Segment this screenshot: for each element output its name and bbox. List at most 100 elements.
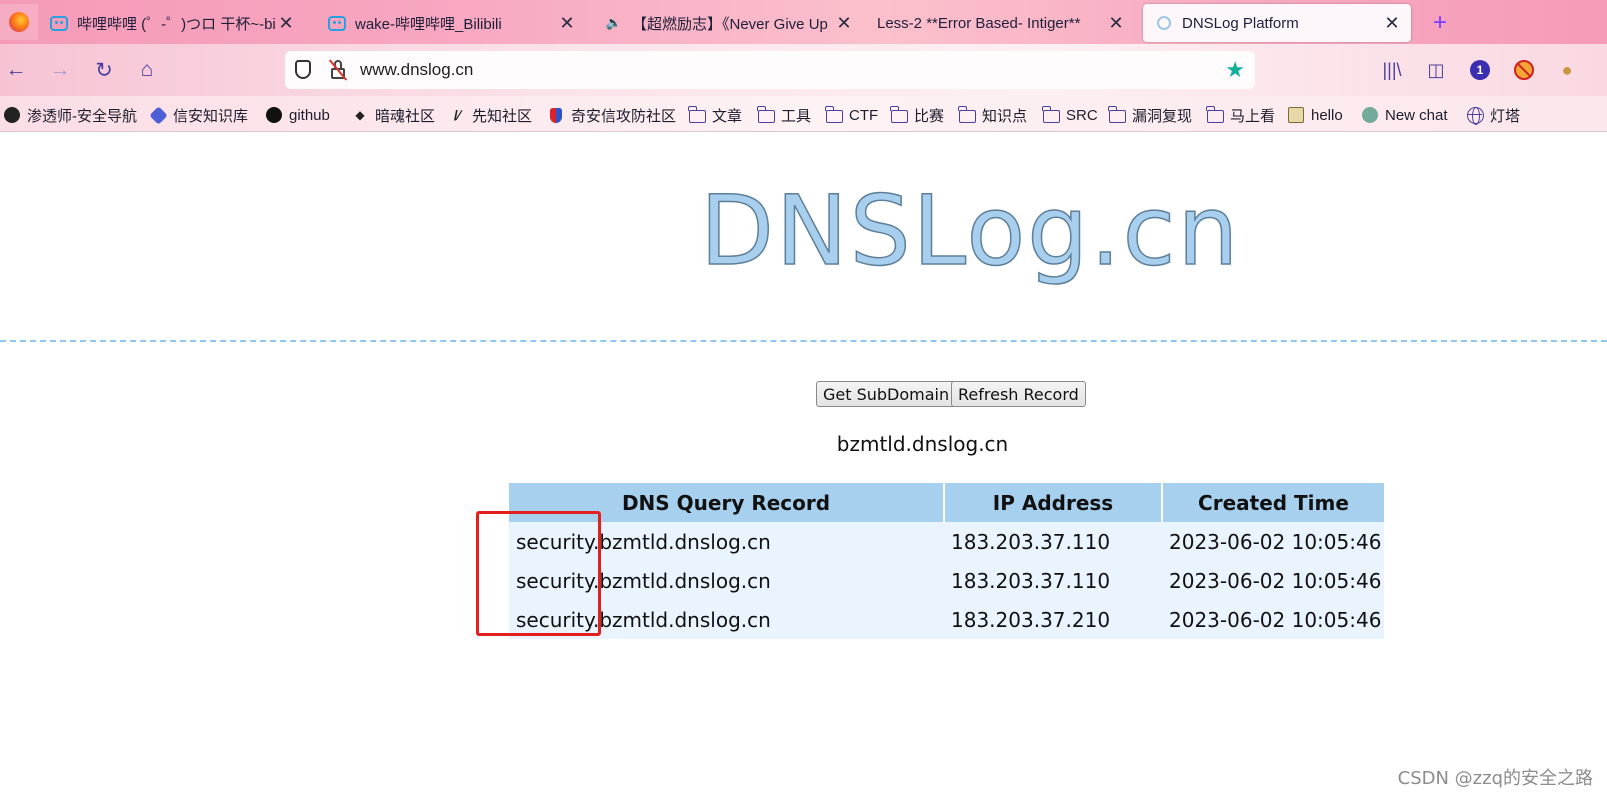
bookmark-folder-vuln-repro[interactable]: 漏洞复现 bbox=[1107, 104, 1193, 126]
bookmark-xianzhi[interactable]: /∕ 先知社区 bbox=[448, 104, 532, 126]
bookmark-github[interactable]: github bbox=[265, 104, 330, 126]
tab-sqli-less-2[interactable]: Less-2 **Error Based- Intiger** ✕ bbox=[877, 4, 1135, 42]
tab-title: wake-哔哩哔哩_Bilibili bbox=[355, 15, 502, 33]
bookmark-star-icon[interactable]: ★ bbox=[1225, 57, 1245, 83]
bookmark-label: 先知社区 bbox=[472, 107, 533, 125]
bookmark-label: CTF bbox=[849, 106, 879, 124]
bookmark-label: 渗透师-安全导航 bbox=[27, 107, 137, 125]
bookmark-label: 知识点 bbox=[982, 107, 1028, 125]
bilibili-icon bbox=[50, 14, 68, 32]
close-tab-icon[interactable]: ✕ bbox=[833, 12, 855, 34]
tab-dnslog-platform[interactable]: DNSLog Platform ✕ bbox=[1143, 4, 1411, 42]
extension-badge[interactable]: 1 bbox=[1468, 57, 1492, 83]
folder-icon bbox=[687, 105, 706, 124]
address-bar[interactable]: www.dnslog.cn ★ bbox=[285, 51, 1255, 89]
bookmarks-toolbar: 渗透师-安全导航 信安知识库 github ◆ 暗魂社区 /∕ 先知社区 奇安信… bbox=[0, 96, 1607, 132]
bookmark-label: 工具 bbox=[781, 107, 812, 125]
image-icon bbox=[1287, 106, 1305, 124]
table-header-row: DNS Query Record IP Address Created Time bbox=[509, 483, 1384, 522]
reload-button[interactable]: ↻ bbox=[90, 56, 118, 84]
bookmark-folder-articles[interactable]: 文章 bbox=[687, 104, 743, 126]
navigation-toolbar: ← → ↻ ⌂ www.dnslog.cn ★ |||\ ◫ 1 ● bbox=[0, 44, 1607, 96]
tab-bilibili-wake[interactable]: wake-哔哩哔哩_Bilibili ✕ bbox=[328, 4, 586, 42]
tab-bilibili-home[interactable]: 哔哩哔哩 (゜-゜)つロ 干杯~-bi ✕ bbox=[50, 4, 305, 42]
firefox-menu-button[interactable] bbox=[0, 4, 38, 40]
firefox-icon bbox=[9, 12, 29, 32]
table-row: security.bzmtld.dnslog.cn 183.203.37.110… bbox=[509, 561, 1384, 600]
close-tab-icon[interactable]: ✕ bbox=[275, 12, 297, 34]
bookmark-label: 奇安信攻防社区 bbox=[571, 107, 677, 125]
ip-address-cell: 183.203.37.110 bbox=[944, 522, 1162, 561]
back-button[interactable]: ← bbox=[2, 56, 30, 84]
tab-never-give-up[interactable]: 🔈 【超燃励志】《Never Give Up ✕ bbox=[605, 4, 863, 42]
page-content: DNSLog.cn Get SubDomain Refresh Record b… bbox=[0, 133, 1607, 802]
globe-icon bbox=[1466, 106, 1484, 125]
bookmark-anhun[interactable]: ◆ 暗魂社区 bbox=[351, 104, 435, 126]
divider bbox=[0, 340, 1607, 342]
forward-button[interactable]: → bbox=[46, 56, 74, 84]
cookie-extension-icon[interactable]: ● bbox=[1556, 57, 1578, 83]
tab-title: 哔哩哔哩 (゜-゜)つロ 干杯~-bi bbox=[77, 15, 276, 33]
tab-title: Less-2 **Error Based- Intiger** bbox=[877, 14, 1081, 32]
dnslog-favicon bbox=[1155, 14, 1173, 32]
bookmark-folder-tools[interactable]: 工具 bbox=[756, 104, 812, 126]
speaker-icon[interactable]: 🔈 bbox=[605, 14, 623, 32]
red-annotation-box bbox=[476, 511, 601, 636]
bookmark-new-chat[interactable]: New chat bbox=[1361, 104, 1448, 126]
get-subdomain-button[interactable]: Get SubDomain bbox=[816, 381, 957, 407]
created-time-cell: 2023-06-02 10:05:46 bbox=[1162, 600, 1384, 639]
created-time-cell: 2023-06-02 10:05:46 bbox=[1162, 522, 1384, 561]
bookmark-label: 文章 bbox=[712, 107, 743, 125]
assigned-subdomain: bzmtld.dnslog.cn bbox=[836, 432, 1009, 456]
noscript-extension-icon[interactable] bbox=[1512, 57, 1536, 83]
new-tab-button[interactable]: + bbox=[1425, 8, 1455, 38]
dnslog-logo: DNSLog.cn bbox=[699, 175, 1241, 287]
tab-strip: 哔哩哔哩 (゜-゜)つロ 干杯~-bi ✕ wake-哔哩哔哩_Bilibili… bbox=[0, 0, 1607, 44]
refresh-record-button[interactable]: Refresh Record bbox=[951, 381, 1086, 407]
url-text[interactable]: www.dnslog.cn bbox=[360, 60, 473, 80]
insecure-connection-lock-icon[interactable] bbox=[328, 59, 348, 81]
bookmark-hello[interactable]: hello bbox=[1287, 104, 1343, 126]
bookmark-dengta[interactable]: 灯塔 bbox=[1466, 104, 1520, 126]
chatgpt-icon bbox=[1361, 106, 1379, 124]
bilibili-icon bbox=[328, 14, 346, 32]
created-time-cell: 2023-06-02 10:05:46 bbox=[1162, 561, 1384, 600]
close-tab-icon[interactable]: ✕ bbox=[556, 12, 578, 34]
column-header-created-time: Created Time bbox=[1162, 483, 1384, 522]
tab-title: 【超燃励志】《Never Give Up bbox=[632, 15, 828, 33]
bookmark-folder-ctf[interactable]: CTF bbox=[824, 104, 879, 126]
bookmark-folder-src[interactable]: SRC bbox=[1041, 104, 1098, 126]
close-tab-icon[interactable]: ✕ bbox=[1381, 12, 1403, 34]
bookmark-folder-knowledge-points[interactable]: 知识点 bbox=[957, 104, 1028, 126]
bookmark-penetration-nav[interactable]: 渗透师-安全导航 bbox=[3, 104, 137, 126]
bookmark-qianxin[interactable]: 奇安信攻防社区 bbox=[547, 104, 676, 126]
sidebar-toggle-icon[interactable]: ◫ bbox=[1424, 57, 1448, 83]
bookmark-label: hello bbox=[1311, 106, 1343, 124]
folder-icon bbox=[824, 105, 843, 124]
table-row: security.bzmtld.dnslog.cn 183.203.37.210… bbox=[509, 600, 1384, 639]
home-button[interactable]: ⌂ bbox=[133, 56, 161, 84]
bookmark-label: 暗魂社区 bbox=[375, 107, 436, 125]
bookmark-folder-watch-later[interactable]: 马上看 bbox=[1205, 104, 1276, 126]
close-tab-icon[interactable]: ✕ bbox=[1105, 12, 1127, 34]
library-icon[interactable]: |||\ bbox=[1381, 57, 1403, 83]
qianxin-icon bbox=[547, 106, 565, 124]
column-header-ip-address: IP Address bbox=[944, 483, 1163, 522]
ip-address-cell: 183.203.37.110 bbox=[944, 561, 1162, 600]
ip-address-cell: 183.203.37.210 bbox=[944, 600, 1162, 639]
folder-icon bbox=[1205, 105, 1224, 124]
anhun-icon: ◆ bbox=[355, 108, 365, 122]
bookmark-label: 马上看 bbox=[1230, 107, 1276, 125]
bookmark-label: New chat bbox=[1385, 106, 1448, 124]
tracking-protection-shield-icon[interactable] bbox=[295, 60, 311, 79]
penetration-icon bbox=[3, 106, 21, 124]
github-icon bbox=[265, 106, 283, 124]
bookmark-knowledge-base[interactable]: 信安知识库 bbox=[148, 104, 249, 126]
folder-icon bbox=[957, 105, 976, 124]
folder-icon bbox=[889, 105, 908, 124]
folder-icon bbox=[1107, 105, 1126, 124]
bookmark-folder-competitions[interactable]: 比赛 bbox=[889, 104, 944, 126]
bookmark-label: 漏洞复现 bbox=[1132, 107, 1193, 125]
xianzhi-icon: /∕ bbox=[453, 107, 461, 123]
bookmark-label: 信安知识库 bbox=[173, 107, 249, 125]
